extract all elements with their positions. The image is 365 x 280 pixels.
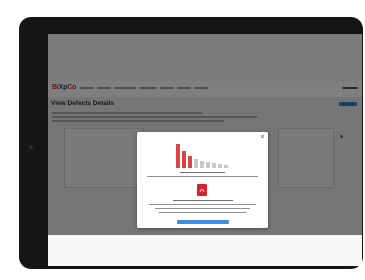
modal-text bbox=[159, 212, 246, 214]
chart-bar bbox=[176, 144, 180, 168]
modal-ok-button[interactable] bbox=[177, 220, 229, 224]
chart-bar bbox=[212, 163, 216, 168]
chart-bar bbox=[194, 159, 198, 168]
tablet-frame: BiXpCo View Defects Details bbox=[19, 17, 363, 269]
chart-bar bbox=[200, 161, 204, 168]
chart-bar bbox=[182, 151, 186, 168]
camera-icon bbox=[29, 145, 33, 149]
modal-text bbox=[155, 208, 250, 210]
close-icon[interactable] bbox=[260, 134, 265, 139]
chart-caption bbox=[147, 176, 258, 178]
chart-bar bbox=[218, 164, 222, 168]
pdf-icon bbox=[197, 184, 207, 196]
chart-bar bbox=[188, 156, 192, 168]
modal-text bbox=[149, 204, 256, 206]
info-modal bbox=[137, 132, 268, 228]
bottom-blank-area bbox=[48, 235, 362, 266]
screen: BiXpCo View Defects Details bbox=[48, 34, 362, 266]
preview-chart bbox=[174, 140, 232, 168]
chart-bar bbox=[206, 162, 210, 168]
chart-bar bbox=[224, 165, 228, 168]
chart-caption bbox=[180, 172, 225, 174]
modal-heading bbox=[173, 200, 233, 202]
